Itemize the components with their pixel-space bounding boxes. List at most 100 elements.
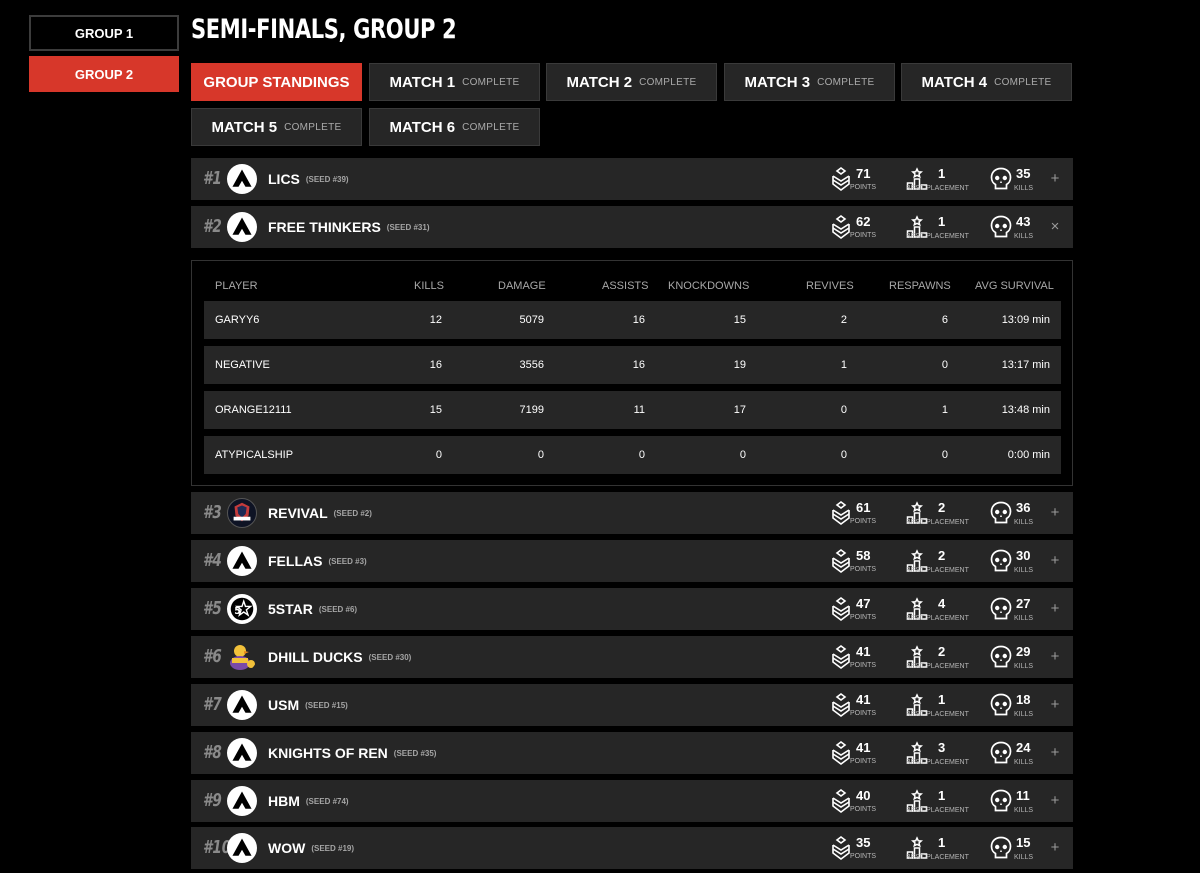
group-1-button[interactable]: GROUP 1 bbox=[29, 15, 179, 51]
player-assists: 16 bbox=[632, 359, 645, 371]
tab-status: COMPLETE bbox=[284, 121, 342, 133]
expand-icon[interactable]: + bbox=[1048, 600, 1062, 617]
tab-match-3[interactable]: MATCH 3 COMPLETE bbox=[724, 63, 895, 101]
player-row: ATYPICALSHIP 0 0 0 0 0 0 0:00 min bbox=[204, 436, 1061, 474]
team-row[interactable]: #10 WOW (SEED #19) 35 POINTS 1 BEST PLACEMENT 1… bbox=[191, 827, 1073, 869]
header-assists: ASSISTS bbox=[602, 280, 649, 292]
tab-status: COMPLETE bbox=[817, 76, 875, 88]
header-damage: DAMAGE bbox=[498, 280, 546, 292]
header-respawns: RESPAWNS bbox=[889, 280, 951, 292]
expand-icon[interactable]: + bbox=[1048, 839, 1062, 856]
best-placement-value: 2 bbox=[938, 644, 946, 659]
team-row[interactable]: #9 HBM (SEED #74) 40 POINTS 1 BEST PLACEMENT 11… bbox=[191, 780, 1073, 822]
team-row[interactable]: #3 REVIVAL (SEED #2) 61 POINTS 2 BEST PLACEMEN… bbox=[191, 492, 1073, 534]
header-player: PLAYER bbox=[215, 280, 258, 292]
player-assists: 11 bbox=[633, 404, 645, 416]
player-revives: 0 bbox=[840, 449, 847, 461]
player-row: GARYY6 12 5079 16 15 2 6 13:09 min bbox=[204, 301, 1061, 339]
tab-match-2[interactable]: MATCH 2 COMPLETE bbox=[546, 63, 717, 101]
apex-logo-icon bbox=[227, 833, 257, 863]
skull-icon bbox=[990, 789, 1012, 813]
expand-icon[interactable]: + bbox=[1048, 170, 1062, 187]
team-seed: (SEED #30) bbox=[368, 653, 412, 662]
chevron-rank-icon bbox=[830, 693, 852, 717]
best-placement-value: 3 bbox=[938, 740, 946, 755]
team-name: HBM (SEED #74) bbox=[268, 793, 349, 809]
player-knockdowns: 15 bbox=[733, 314, 746, 326]
expand-icon[interactable]: + bbox=[1048, 504, 1062, 521]
team-rank: #1 bbox=[203, 168, 222, 189]
team-rank: #6 bbox=[203, 646, 222, 667]
team-seed: (SEED #3) bbox=[328, 557, 367, 566]
best-placement-value: 1 bbox=[938, 692, 946, 707]
team-row[interactable]: #5 5 5STAR (SEED #6) 47 POINTS 4 BEST PLACEMENT… bbox=[191, 588, 1073, 630]
tab-match-1[interactable]: MATCH 1 COMPLETE bbox=[369, 63, 540, 101]
skull-icon bbox=[990, 693, 1012, 717]
team-row[interactable]: #7 USM (SEED #15) 41 POINTS 1 BEST PLACEMENT 18… bbox=[191, 684, 1073, 726]
points-label: POINTS bbox=[850, 662, 877, 669]
team-row[interactable]: #1 LICS (SEED #39) 71 POINTS 1 BEST PLACEMENT 3… bbox=[191, 158, 1073, 200]
team-seed: (SEED #31) bbox=[386, 223, 430, 232]
player-kills: 0 bbox=[435, 449, 442, 461]
team-seed: (SEED #6) bbox=[318, 605, 358, 614]
team-seed: (SEED #35) bbox=[393, 749, 437, 758]
chevron-rank-icon bbox=[830, 836, 852, 860]
points-value: 41 bbox=[856, 740, 871, 755]
apex-logo-icon bbox=[227, 738, 257, 768]
player-row: NEGATIVE 16 3556 16 19 1 0 13:17 min bbox=[204, 346, 1061, 384]
tab-group-standings[interactable]: GROUP STANDINGS bbox=[191, 63, 362, 101]
tab-match-5[interactable]: MATCH 5 COMPLETE bbox=[191, 108, 362, 146]
team-row[interactable]: #8 KNIGHTS OF REN (SEED #35) 41 POINTS 3 BEST … bbox=[191, 732, 1073, 774]
player-revives: 1 bbox=[840, 359, 847, 371]
team-name: FELLAS (SEED #3) bbox=[268, 553, 367, 569]
best-placement-value: 2 bbox=[938, 548, 946, 563]
chevron-rank-icon bbox=[830, 789, 852, 813]
best-placement-label: BEST PLACEMENT bbox=[906, 567, 969, 574]
chevron-rank-icon bbox=[830, 549, 852, 573]
header-revives: REVIVES bbox=[806, 280, 854, 292]
points-value: 61 bbox=[856, 500, 871, 515]
best-placement-value: 4 bbox=[938, 596, 946, 611]
team-seed: (SEED #2) bbox=[333, 509, 372, 518]
expand-icon[interactable]: + bbox=[1048, 744, 1062, 761]
skull-icon bbox=[990, 741, 1012, 765]
expand-icon[interactable]: + bbox=[1048, 552, 1062, 569]
team-row[interactable]: #4 FELLAS (SEED #3) 58 POINTS 2 BEST PLACEMENT… bbox=[191, 540, 1073, 582]
group-2-button[interactable]: GROUP 2 bbox=[29, 56, 179, 92]
expand-icon[interactable]: + bbox=[1048, 648, 1062, 665]
skull-icon bbox=[990, 645, 1012, 669]
skull-icon bbox=[990, 597, 1012, 621]
page-title: SEMI-FINALS, GROUP 2 bbox=[191, 14, 457, 45]
team-row[interactable]: #2 FREE THINKERS (SEED #31) 62 POINTS 1 BEST P… bbox=[191, 206, 1073, 248]
player-table-header: PLAYER KILLS DAMAGE ASSISTS KNOCKDOWNS R… bbox=[192, 280, 1072, 294]
header-kills: KILLS bbox=[414, 280, 444, 292]
player-avg-survival: 13:17 min bbox=[1001, 359, 1050, 371]
expand-icon[interactable]: + bbox=[1048, 696, 1062, 713]
best-placement-label: BEST PLACEMENT bbox=[906, 185, 969, 192]
points-label: POINTS bbox=[850, 566, 877, 573]
team-row[interactable]: #6 DHILL DUCKS (SEED #30) 41 POINTS 2 BEST PLA… bbox=[191, 636, 1073, 678]
tab-label: MATCH 5 bbox=[211, 118, 278, 136]
chevron-rank-icon bbox=[830, 597, 852, 621]
tab-match-6[interactable]: MATCH 6 COMPLETE bbox=[369, 108, 540, 146]
tab-match-4[interactable]: MATCH 4 COMPLETE bbox=[901, 63, 1072, 101]
team-name: DHILL DUCKS (SEED #30) bbox=[268, 649, 411, 665]
skull-icon bbox=[990, 549, 1012, 573]
team-rank: #2 bbox=[203, 216, 222, 237]
team-seed: (SEED #39) bbox=[305, 175, 349, 184]
best-placement-label: BEST PLACEMENT bbox=[906, 759, 969, 766]
player-knockdowns: 17 bbox=[733, 404, 746, 416]
close-icon[interactable]: × bbox=[1048, 218, 1062, 235]
player-avg-survival: 13:09 min bbox=[1001, 314, 1050, 326]
team-seed: (SEED #19) bbox=[311, 844, 355, 853]
best-placement-value: 2 bbox=[938, 500, 946, 515]
expand-icon[interactable]: + bbox=[1048, 792, 1062, 809]
tab-label: MATCH 3 bbox=[744, 73, 811, 91]
player-damage: 7199 bbox=[519, 404, 544, 416]
points-value: 41 bbox=[856, 692, 871, 707]
points-value: 47 bbox=[856, 596, 871, 611]
player-respawns: 1 bbox=[941, 404, 948, 416]
points-label: POINTS bbox=[850, 806, 877, 813]
team-name-text: USM bbox=[268, 697, 300, 713]
header-avg-survival: AVG SURVIVAL bbox=[975, 280, 1054, 292]
